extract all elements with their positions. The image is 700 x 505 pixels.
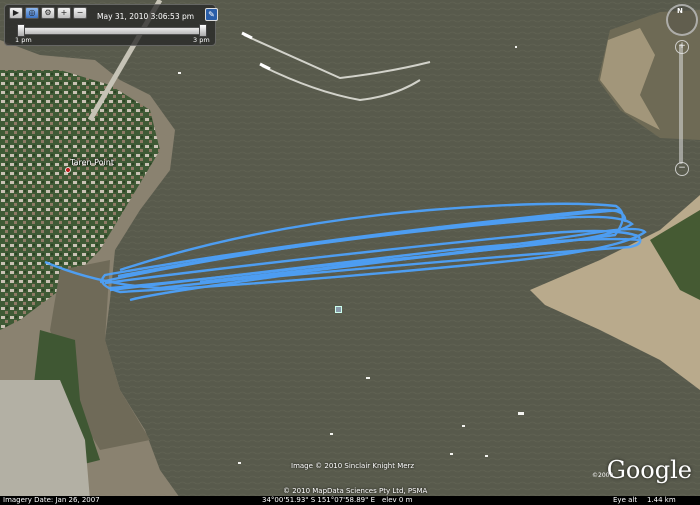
time-slider-panel: ▶ ◎ ⚙ + − May 31, 2010 3:06:53 pm ✎ 1 pm… [4, 4, 218, 46]
zoom-out-icon[interactable]: − [675, 162, 689, 176]
time-slider-track[interactable] [17, 27, 207, 35]
time-slider-start-label: 1 pm [15, 36, 32, 44]
eye-alt-label: Eye alt [613, 496, 638, 504]
google-logo: Google [606, 456, 692, 484]
wrench-icon[interactable]: ✎ [205, 8, 218, 21]
compass-north-label: N [677, 7, 683, 15]
globe-icon[interactable]: ◎ [25, 7, 39, 19]
time-slider-date: May 31, 2010 3:06:53 pm [97, 12, 195, 21]
zoom-out-icon[interactable]: − [73, 7, 87, 19]
settings-icon[interactable]: ⚙ [41, 7, 55, 19]
data-credit: © 2010 MapData Sciences Pty Ltd, PSMA [283, 487, 428, 495]
satellite-map[interactable] [0, 0, 700, 505]
coordinates: 34°00'51.93" S 151°07'58.89" E [262, 496, 375, 504]
time-slider-end-label: 3 pm [193, 36, 210, 44]
compass-icon[interactable]: N [666, 4, 698, 36]
place-marker-icon[interactable] [65, 167, 71, 173]
imagery-date: Imagery Date: Jan 26, 2007 [3, 496, 100, 504]
zoom-slider[interactable] [679, 44, 683, 164]
elevation: elev 0 m [382, 496, 413, 504]
zoom-in-icon[interactable]: + [57, 7, 71, 19]
navigation-controls: N + − [666, 4, 698, 180]
status-bar: Imagery Date: Jan 26, 2007 34°00'51.93" … [0, 496, 700, 505]
play-icon[interactable]: ▶ [9, 7, 23, 19]
zoom-in-icon[interactable]: + [675, 40, 689, 54]
image-credit: Image © 2010 Sinclair Knight Merz [291, 462, 415, 470]
place-label[interactable]: Taren Point [70, 158, 114, 167]
placemark-icon[interactable] [335, 306, 342, 313]
eye-alt-value: 1.44 km [647, 496, 676, 504]
